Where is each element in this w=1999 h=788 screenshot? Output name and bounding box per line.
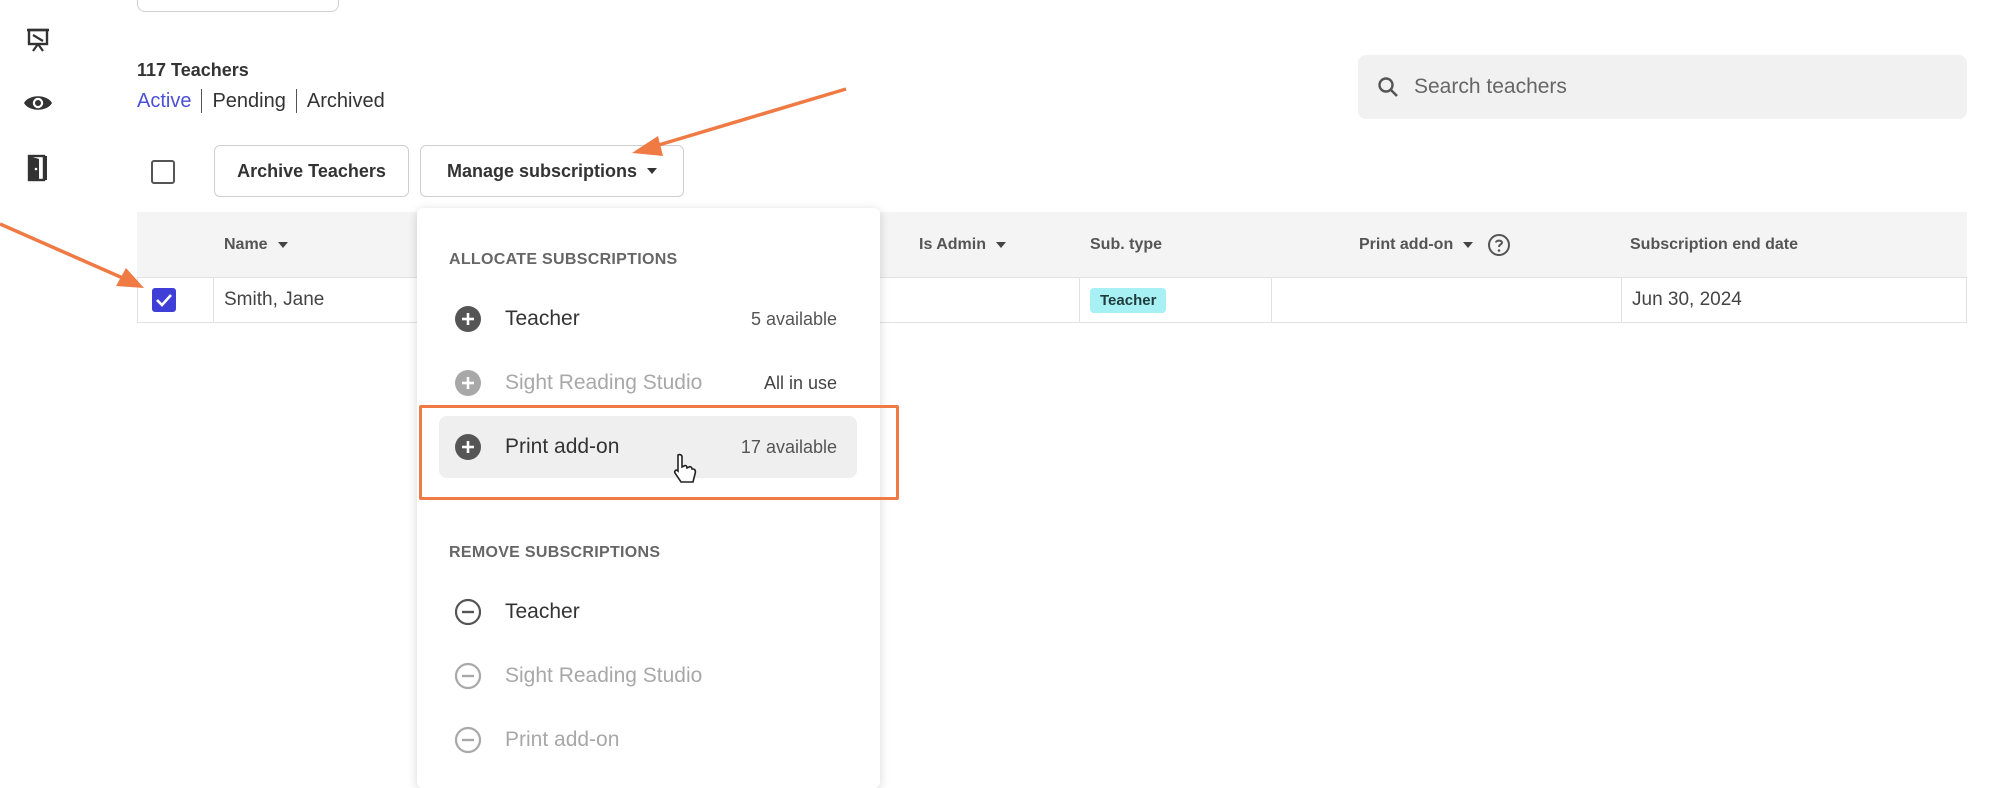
annotation-arrows <box>0 87 847 288</box>
hand-cursor-icon <box>673 453 697 483</box>
arrow-to-manage-subscriptions <box>632 87 847 156</box>
arrow-to-row-checkbox <box>0 222 144 288</box>
